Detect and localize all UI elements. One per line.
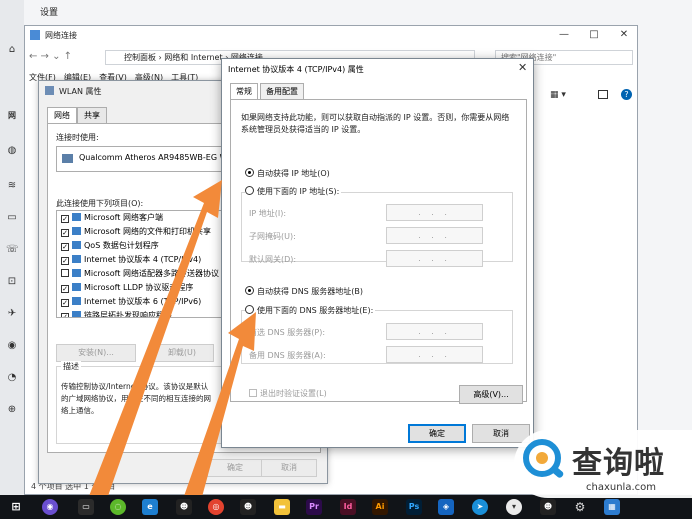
paper-plane-icon[interactable]: ➤ [472,499,488,515]
watermark-logo: 查询啦 chaxunla.com [514,430,692,498]
task-view-icon[interactable]: ▭ [78,499,94,515]
illustrator-icon[interactable]: Ai [372,499,388,515]
network-window-taskbar-icon[interactable]: ▦ [604,499,620,515]
app-icon[interactable]: ▾ [506,499,522,515]
arrow-to-auto-dns [176,312,256,519]
cortana-icon[interactable]: ◉ [42,499,58,515]
taskbar: ⊞ ◉ ▭ ◌ e ☻ ◎ ☻ ▬ Pr Id Ai Ps ◈ ➤ ▾ ☻ ⚙ … [0,495,692,519]
magnifier-logo-icon [523,439,564,478]
qq2-icon[interactable]: ☻ [240,499,256,515]
indesign-icon[interactable]: Id [340,499,356,515]
file-explorer-icon[interactable]: ▬ [274,499,290,515]
watermark-cn: 查询啦 [572,446,665,481]
qq-icon[interactable]: ☻ [176,499,192,515]
photoshop-icon[interactable]: Ps [406,499,422,515]
start-icon[interactable]: ⊞ [8,499,24,515]
premiere-icon[interactable]: Pr [306,499,322,515]
chrome-icon[interactable]: ◎ [208,499,224,515]
edge-icon[interactable]: e [142,499,158,515]
browser-360-icon[interactable]: ◌ [110,499,126,515]
watermark-en: chaxunla.com [586,482,656,493]
qq3-icon[interactable]: ☻ [540,499,556,515]
gear-icon[interactable]: ⚙ [572,499,588,515]
shield-icon[interactable]: ◈ [438,499,454,515]
